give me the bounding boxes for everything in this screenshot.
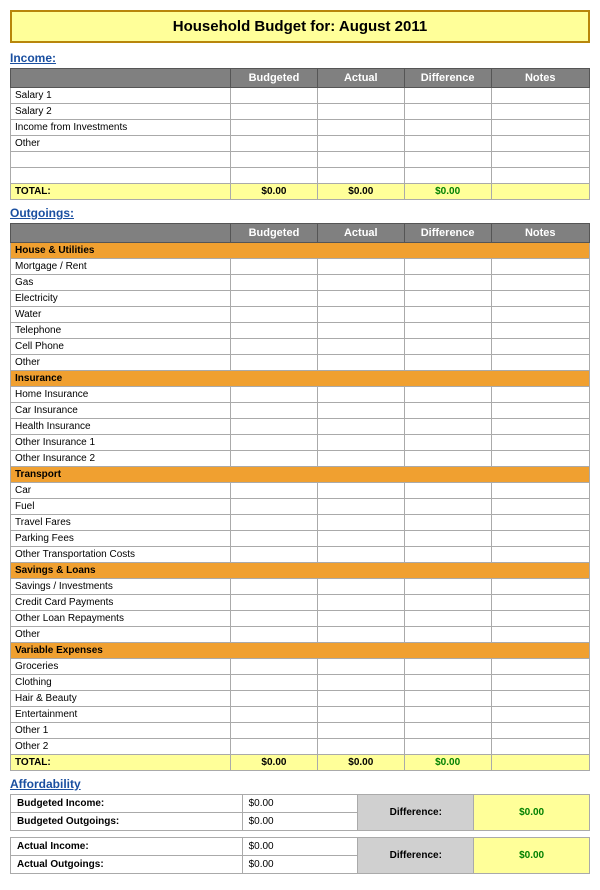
income-col-budgeted: Budgeted: [231, 69, 318, 88]
income-blank-row: [11, 152, 590, 168]
outgoings-category-row: Transport: [11, 467, 590, 483]
actual-diff-value: $0.00: [474, 838, 590, 874]
budgeted-income-label: Budgeted Income:: [11, 795, 243, 813]
outgoings-item-row: Hair & Beauty: [11, 691, 590, 707]
outgoings-item-row: Other 1: [11, 723, 590, 739]
actual-diff-label: Difference:: [358, 838, 474, 874]
actual-income-value: $0.00: [242, 838, 358, 856]
actual-income-row: Actual Income: $0.00 Difference: $0.00: [11, 838, 590, 856]
outgoings-item-row: Electricity: [11, 291, 590, 307]
outgoings-item-row: Mortgage / Rent: [11, 259, 590, 275]
income-col-actual: Actual: [317, 69, 404, 88]
actual-income-label: Actual Income:: [11, 838, 243, 856]
income-section-label: Income:: [10, 51, 590, 65]
income-total-row: TOTAL:$0.00$0.00$0.00: [11, 184, 590, 200]
income-table: Budgeted Actual Difference Notes Salary …: [10, 68, 590, 200]
outgoings-category-row: Savings & Loans: [11, 563, 590, 579]
outgoings-item-row: Car: [11, 483, 590, 499]
outgoings-item-row: Other 2: [11, 739, 590, 755]
page-title: Household Budget for: August 2011: [10, 10, 590, 43]
outgoings-item-row: Other Insurance 1: [11, 435, 590, 451]
outgoings-col-difference: Difference: [404, 224, 491, 243]
outgoings-item-row: Parking Fees: [11, 531, 590, 547]
budgeted-income-row: Budgeted Income: $0.00 Difference: $0.00: [11, 795, 590, 813]
affordability-section-label: Affordability: [10, 777, 590, 791]
outgoings-section-label: Outgoings:: [10, 206, 590, 220]
outgoings-item-row: Water: [11, 307, 590, 323]
outgoings-item-row: Other Transportation Costs: [11, 547, 590, 563]
income-item-row: Salary 1: [11, 88, 590, 104]
income-col-notes: Notes: [491, 69, 589, 88]
outgoings-item-row: Groceries: [11, 659, 590, 675]
outgoings-item-row: Health Insurance: [11, 419, 590, 435]
outgoings-col-notes: Notes: [491, 224, 589, 243]
budgeted-outgoings-value: $0.00: [242, 813, 358, 831]
outgoings-item-row: Travel Fares: [11, 515, 590, 531]
outgoings-table: Budgeted Actual Difference Notes House &…: [10, 223, 590, 771]
income-item-row: Salary 2: [11, 104, 590, 120]
budgeted-outgoings-label: Budgeted Outgoings:: [11, 813, 243, 831]
income-item-row: Other: [11, 136, 590, 152]
outgoings-item-row: Telephone: [11, 323, 590, 339]
outgoings-col-budgeted: Budgeted: [231, 224, 318, 243]
outgoings-item-row: Home Insurance: [11, 387, 590, 403]
outgoings-item-row: Cell Phone: [11, 339, 590, 355]
income-col-label: [11, 69, 231, 88]
outgoings-item-row: Savings / Investments: [11, 579, 590, 595]
budgeted-income-value: $0.00: [242, 795, 358, 813]
outgoings-item-row: Entertainment: [11, 707, 590, 723]
outgoings-item-row: Other: [11, 355, 590, 371]
outgoings-item-row: Other Loan Repayments: [11, 611, 590, 627]
outgoings-item-row: Clothing: [11, 675, 590, 691]
outgoings-item-row: Fuel: [11, 499, 590, 515]
income-col-difference: Difference: [404, 69, 491, 88]
outgoings-category-row: Insurance: [11, 371, 590, 387]
afford-gap-row: [11, 831, 590, 838]
outgoings-col-actual: Actual: [317, 224, 404, 243]
income-item-row: Income from Investments: [11, 120, 590, 136]
outgoings-item-row: Other: [11, 627, 590, 643]
outgoings-col-label: [11, 224, 231, 243]
outgoings-item-row: Gas: [11, 275, 590, 291]
income-blank-row: [11, 168, 590, 184]
outgoings-category-row: House & Utilities: [11, 243, 590, 259]
outgoings-item-row: Car Insurance: [11, 403, 590, 419]
affordability-table: Budgeted Income: $0.00 Difference: $0.00…: [10, 794, 590, 874]
outgoings-category-row: Variable Expenses: [11, 643, 590, 659]
outgoings-item-row: Other Insurance 2: [11, 451, 590, 467]
outgoings-total-row: TOTAL:$0.00$0.00$0.00: [11, 755, 590, 771]
budgeted-diff-label: Difference:: [358, 795, 474, 831]
budgeted-diff-value: $0.00: [474, 795, 590, 831]
outgoings-item-row: Credit Card Payments: [11, 595, 590, 611]
